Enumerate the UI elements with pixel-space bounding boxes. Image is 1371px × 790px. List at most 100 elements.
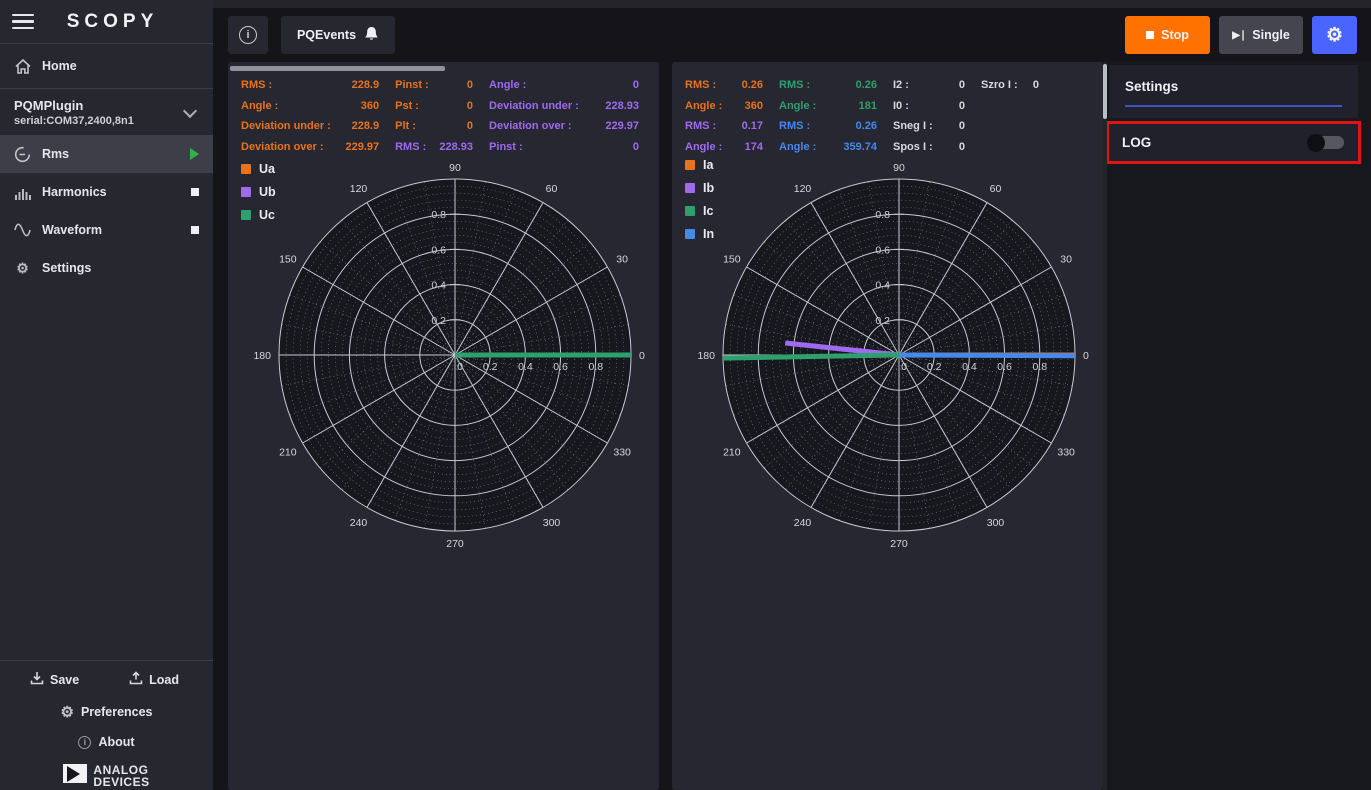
- rms-icon: [14, 146, 31, 163]
- svg-text:0.8: 0.8: [588, 361, 603, 373]
- log-setting-row: LOG: [1109, 124, 1358, 161]
- single-button[interactable]: ▶❘ Single: [1219, 16, 1303, 54]
- sine-wave-icon: [14, 222, 31, 239]
- svg-text:120: 120: [794, 183, 812, 195]
- svg-text:0: 0: [1083, 350, 1089, 362]
- toolbar: i PQEvents Stop ▶❘ Single ⚙: [213, 8, 1371, 62]
- legend-label: Uc: [259, 208, 275, 222]
- legend-label: Ua: [259, 162, 275, 176]
- svg-text:0: 0: [901, 361, 907, 373]
- top-strip: [213, 0, 1371, 8]
- svg-text:0.4: 0.4: [962, 361, 977, 373]
- current-phasor-panel: RMS :0.26Angle :360RMS :0.17Angle :174RM…: [672, 62, 1103, 790]
- plot-settings-button[interactable]: ⚙: [1312, 16, 1357, 54]
- legend-item-ua[interactable]: Ua: [241, 162, 276, 176]
- svg-text:30: 30: [1060, 254, 1072, 266]
- sidebar-item-settings[interactable]: ⚙ Settings: [0, 249, 213, 287]
- about-label: About: [98, 735, 134, 749]
- legend-swatch: [241, 210, 251, 220]
- legend-swatch: [685, 206, 695, 216]
- save-button[interactable]: Save: [30, 671, 79, 688]
- svg-text:150: 150: [279, 254, 297, 266]
- legend-label: Ia: [703, 158, 713, 172]
- gear-icon: ⚙: [60, 703, 73, 721]
- svg-text:30: 30: [616, 254, 628, 266]
- svg-text:210: 210: [723, 447, 741, 459]
- svg-text:0.2: 0.2: [927, 361, 942, 373]
- brand-line2: DEVICES: [93, 776, 149, 788]
- log-toggle[interactable]: [1308, 136, 1344, 149]
- svg-text:150: 150: [723, 254, 741, 266]
- svg-text:300: 300: [987, 517, 1005, 529]
- settings-scrollbar-track: [1103, 62, 1107, 790]
- sidebar-item-waveform[interactable]: Waveform: [0, 211, 213, 249]
- load-button[interactable]: Load: [129, 671, 179, 688]
- legend-item-ia[interactable]: Ia: [685, 158, 714, 172]
- svg-text:0.8: 0.8: [875, 209, 890, 221]
- svg-text:90: 90: [893, 162, 905, 174]
- svg-text:240: 240: [794, 517, 812, 529]
- sidebar-item-rms[interactable]: Rms: [0, 135, 213, 173]
- plugin-name: PQMPlugin: [14, 98, 185, 113]
- sidebar-item-label: Rms: [42, 147, 69, 161]
- legend-label: Ic: [703, 204, 713, 218]
- svg-text:180: 180: [697, 350, 715, 362]
- save-icon: [30, 671, 44, 688]
- legend-label: Ib: [703, 181, 714, 195]
- legend-item-ub[interactable]: Ub: [241, 185, 276, 199]
- sidebar-item-home[interactable]: Home: [0, 44, 213, 88]
- sidebar-plugin-header[interactable]: PQMPlugin serial:COM37,2400,8n1: [0, 89, 213, 135]
- legend-item-ic[interactable]: Ic: [685, 204, 714, 218]
- voltage-polar-chart: 030609012015018021024027030033000.20.40.…: [228, 62, 659, 787]
- settings-scrollbar-thumb[interactable]: [1103, 64, 1107, 119]
- sidebar-item-label: Harmonics: [42, 185, 107, 199]
- gear-icon: ⚙: [14, 260, 31, 277]
- sidebar: SCOPY Home PQMPlugin serial:COM37,2400,8…: [0, 0, 213, 790]
- voltage-legend: Ua Ub Uc: [241, 162, 276, 231]
- svg-text:300: 300: [543, 517, 561, 529]
- settings-header: Settings: [1109, 65, 1358, 118]
- pqevents-button[interactable]: PQEvents: [281, 16, 395, 54]
- svg-text:240: 240: [350, 517, 368, 529]
- gear-icon: ⚙: [1326, 24, 1343, 47]
- main-area: i PQEvents Stop ▶❘ Single ⚙: [213, 0, 1371, 790]
- svg-text:120: 120: [350, 183, 368, 195]
- svg-text:60: 60: [990, 183, 1002, 195]
- home-icon: [14, 58, 31, 75]
- sidebar-item-label: Settings: [42, 261, 91, 275]
- sidebar-item-harmonics[interactable]: Harmonics: [0, 173, 213, 211]
- svg-text:0: 0: [457, 361, 463, 373]
- current-legend: Ia Ib Ic In: [685, 158, 714, 250]
- svg-text:0.6: 0.6: [553, 361, 568, 373]
- menu-icon[interactable]: [12, 10, 34, 34]
- voltage-phasor-panel: RMS :228.9Angle :360Deviation under :228…: [228, 62, 659, 790]
- info-button[interactable]: i: [228, 16, 268, 54]
- about-button[interactable]: i About: [0, 728, 213, 756]
- phasor-ic: [723, 355, 899, 358]
- sidebar-footer: Save Load ⚙ Preferences i About: [0, 660, 213, 790]
- sidebar-header: SCOPY: [0, 0, 213, 43]
- running-play-icon[interactable]: [190, 148, 199, 160]
- info-icon: i: [239, 26, 257, 44]
- pqevents-label: PQEvents: [297, 28, 356, 42]
- svg-text:0.4: 0.4: [431, 280, 446, 292]
- legend-item-uc[interactable]: Uc: [241, 208, 276, 222]
- stopped-square-icon[interactable]: [191, 226, 199, 234]
- stopped-square-icon[interactable]: [191, 188, 199, 196]
- toggle-knob: [1307, 134, 1325, 152]
- legend-item-in[interactable]: In: [685, 227, 714, 241]
- svg-text:60: 60: [546, 183, 558, 195]
- legend-item-ib[interactable]: Ib: [685, 181, 714, 195]
- svg-text:330: 330: [613, 447, 631, 459]
- preferences-label: Preferences: [81, 705, 153, 719]
- current-polar-chart: 030609012015018021024027030033000.20.40.…: [672, 62, 1103, 787]
- svg-text:0.2: 0.2: [431, 315, 446, 327]
- preferences-button[interactable]: ⚙ Preferences: [0, 696, 213, 728]
- legend-swatch: [241, 164, 251, 174]
- app-root: SCOPY Home PQMPlugin serial:COM37,2400,8…: [0, 0, 1371, 790]
- svg-text:0.6: 0.6: [431, 244, 446, 256]
- legend-swatch: [685, 229, 695, 239]
- stop-button[interactable]: Stop: [1125, 16, 1210, 54]
- svg-text:0.8: 0.8: [1032, 361, 1047, 373]
- sidebar-item-label: Home: [42, 59, 77, 73]
